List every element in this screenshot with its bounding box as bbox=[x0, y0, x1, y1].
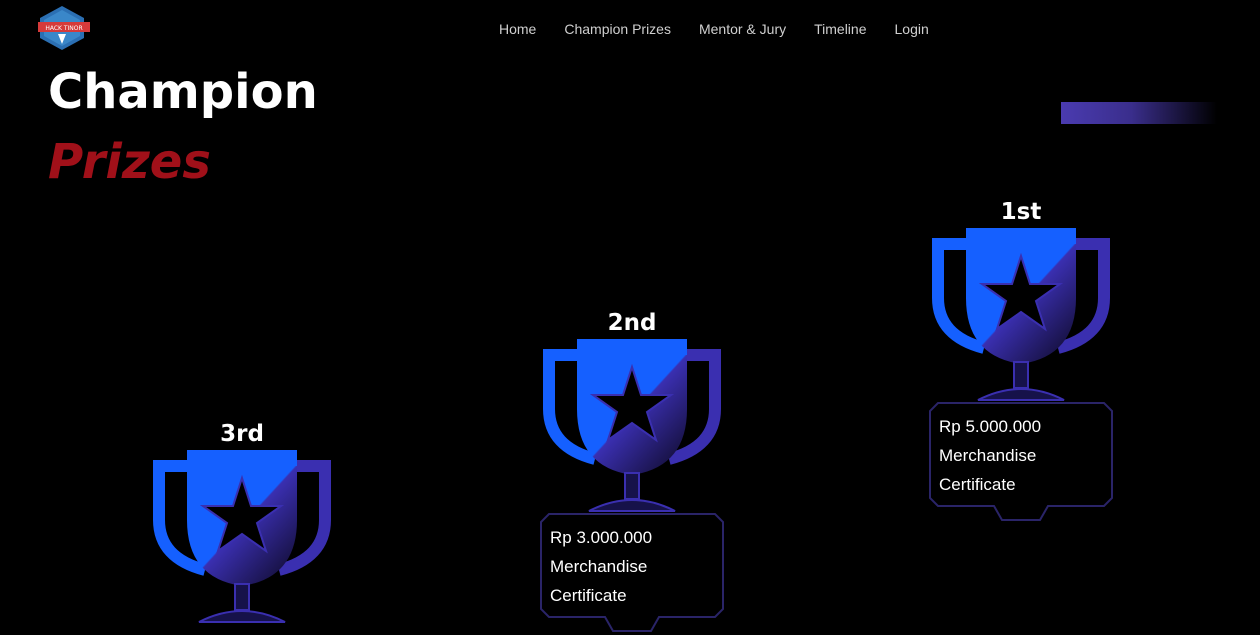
prize-card: Rp 5.000.000 Merchandise Certificate bbox=[928, 402, 1114, 524]
nav-mentor-jury[interactable]: Mentor & Jury bbox=[699, 21, 786, 37]
page-title: Champion bbox=[48, 64, 318, 120]
logo-text: HACK TINOR bbox=[45, 25, 82, 32]
prize-merchandise: Merchandise bbox=[550, 557, 648, 576]
prize-merchandise: Merchandise bbox=[939, 446, 1037, 465]
prize-card: Rp 3.000.000 Merchandise Certificate bbox=[539, 513, 725, 635]
prize-amount: Rp 5.000.000 bbox=[939, 417, 1042, 436]
rank-label: 3rd bbox=[220, 421, 264, 447]
trophy-icon bbox=[926, 228, 1116, 408]
nav-timeline[interactable]: Timeline bbox=[814, 21, 866, 37]
rank-label: 1st bbox=[1000, 199, 1042, 225]
main-nav: Home Champion Prizes Mentor & Jury Timel… bbox=[499, 21, 929, 37]
nav-champion-prizes[interactable]: Champion Prizes bbox=[564, 21, 671, 37]
nav-login[interactable]: Login bbox=[895, 21, 929, 37]
trophy-icon bbox=[537, 339, 727, 519]
prize-amount: Rp 3.000.000 bbox=[550, 528, 653, 547]
nav-home[interactable]: Home bbox=[499, 21, 536, 37]
rank-label: 2nd bbox=[607, 310, 657, 336]
page-subtitle: Prizes bbox=[48, 134, 211, 190]
prize-certificate: Certificate bbox=[939, 475, 1016, 494]
trophy-icon bbox=[147, 450, 337, 630]
prize-certificate: Certificate bbox=[550, 586, 627, 605]
decorative-gradient-bar bbox=[1061, 102, 1217, 124]
brand-logo[interactable]: HACK TINOR bbox=[36, 6, 92, 50]
